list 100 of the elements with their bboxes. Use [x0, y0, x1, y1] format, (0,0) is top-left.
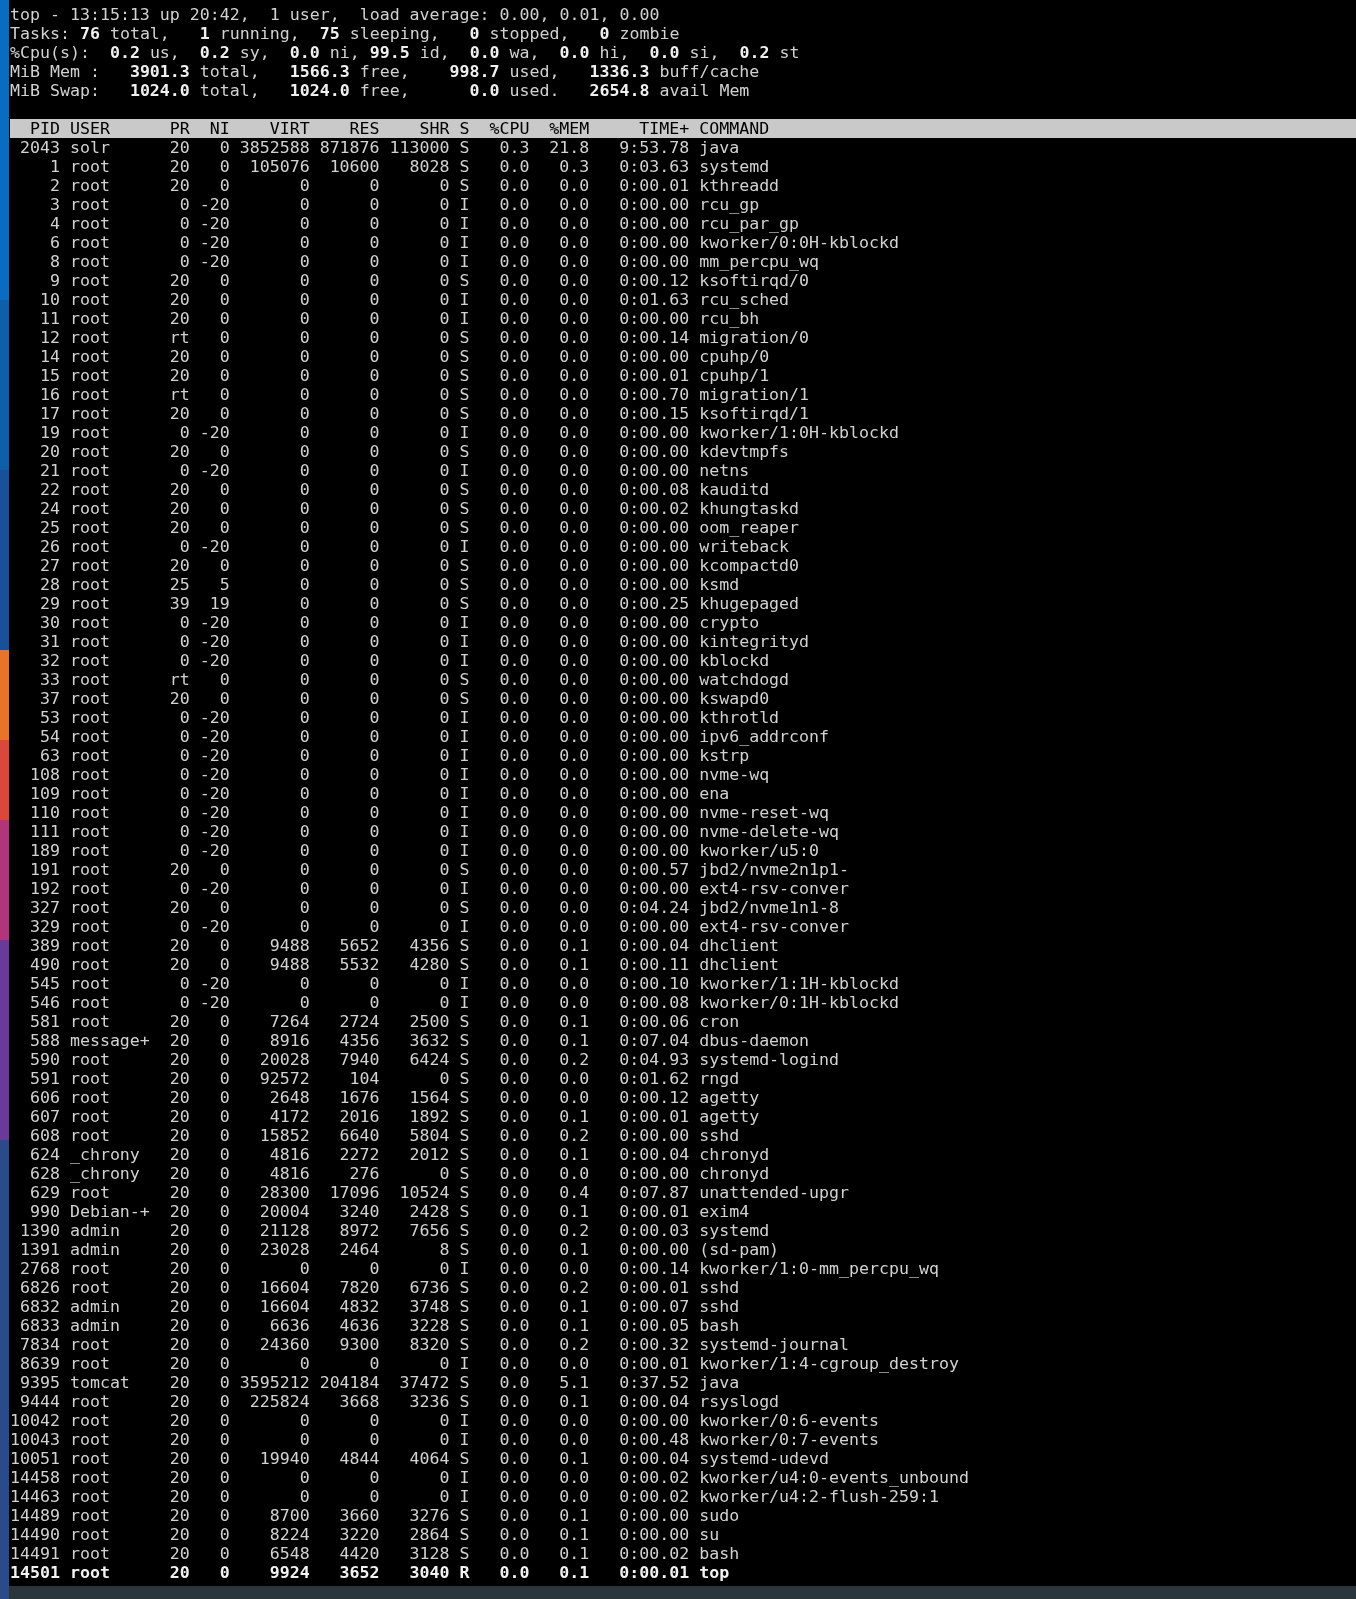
table-cell-text: 0.0 [558, 993, 590, 1012]
table-cell-text: 0 [368, 195, 380, 214]
table-cell-text: 0 [218, 1183, 230, 1202]
table-cell-text: 0 [298, 746, 310, 765]
table-cell-text: root [69, 1069, 111, 1088]
table-cell-text: 3652 [338, 1563, 380, 1582]
table-cell-text: 0.0 [558, 461, 590, 480]
table-cell: S [459, 575, 470, 594]
table-cell-text: dhclient [699, 955, 781, 974]
table-cell-text: 0 [298, 803, 310, 822]
table-cell-text: 10524 [398, 1183, 450, 1202]
table-cell-text: 6424 [408, 1050, 450, 1069]
table-cell: S [459, 1506, 470, 1525]
table-cell-text: 0 [218, 1012, 230, 1031]
table-cell-text: 0.0 [498, 1202, 530, 1221]
table-cell-text: root [69, 1506, 111, 1525]
table-cell-text: kworker/1:0H-kblockd [699, 423, 900, 442]
table-cell-text: 0 [298, 708, 310, 727]
table-cell-text: 0.0 [558, 879, 590, 898]
table-cell-text: 0:00.00 [618, 347, 690, 366]
table-cell-text: 0 [218, 347, 230, 366]
table-cell: S [459, 1145, 470, 1164]
table-cell-text: root [69, 157, 111, 176]
table-cell-text: su [699, 1525, 721, 1544]
table-cell-text: 0.0 [558, 195, 590, 214]
table-cell-text: 0 [438, 689, 450, 708]
table-cell-text: 10 [38, 290, 60, 309]
table-cell-text: 0.0 [498, 765, 530, 784]
table-cell: S [459, 1278, 470, 1297]
table-cell-text: 0 [438, 1411, 450, 1430]
table-cell-text: 0:00.00 [618, 803, 690, 822]
table-cell: S [459, 670, 470, 689]
table-cell-text: _chrony [69, 1145, 141, 1164]
table-cell-text: root [69, 575, 111, 594]
table-cell-text: 0 [218, 1164, 230, 1183]
table-cell-text: 0 [218, 1335, 230, 1354]
table-cell-text: 20 [168, 1278, 190, 1297]
table-cell-text: 0 [438, 1468, 450, 1487]
table-cell-text: 0.0 [558, 746, 590, 765]
table-cell-text: root [69, 1525, 111, 1544]
table-cell: S [459, 1316, 470, 1335]
table-cell-text: 0.2 [558, 1050, 590, 1069]
table-cell-text: 0 [368, 1468, 380, 1487]
table-cell-text: 0.0 [498, 917, 530, 936]
table-cell-text: 0:07.04 [618, 1031, 690, 1050]
table-cell-text: 9488 [268, 936, 310, 955]
table-cell-text: 0.0 [558, 252, 590, 271]
table-cell-text: 0 [298, 366, 310, 385]
table-cell-text: 0.0 [558, 290, 590, 309]
table-cell-text: 0.0 [558, 1411, 590, 1430]
table-cell: message+ [69, 1031, 150, 1050]
table-cell-text: jbd2/nvme2n1p1- [699, 860, 851, 879]
table-cell: S [459, 404, 470, 423]
table-cell-text: 0 [298, 556, 310, 575]
table-cell-text: 0:00.00 [618, 613, 690, 632]
table-cell-text: 0 [368, 271, 380, 290]
table-cell: -20 [199, 784, 230, 803]
table-cell-text: exim4 [699, 1202, 751, 1221]
table-cell-text: root [69, 1411, 111, 1430]
table-cell-text: 0:00.25 [618, 594, 690, 613]
table-cell-text: 0 [218, 518, 230, 537]
table-cell-text: root [69, 404, 111, 423]
table-cell-text: 0 [298, 518, 310, 537]
table-cell: -20 [199, 917, 230, 936]
table-cell-text: 0 [178, 841, 190, 860]
table-cell-text: 0 [368, 518, 380, 537]
table-cell-text: 19 [208, 594, 230, 613]
table-cell-text: 0 [368, 423, 380, 442]
table-cell-text: 0.0 [558, 898, 590, 917]
table-cell-text: 20 [168, 1506, 190, 1525]
table-cell-text: 2272 [338, 1145, 380, 1164]
table-cell-text: 0:00.00 [618, 1126, 690, 1145]
table-cell-text: bash [699, 1544, 741, 1563]
table-cell-text: sudo [699, 1506, 741, 1525]
table-cell-text: 0:00.04 [618, 1392, 690, 1411]
table-cell: I [459, 1354, 470, 1373]
table-cell-text: 0.1 [558, 1563, 590, 1582]
table-cell-text: 110 [28, 803, 60, 822]
table-cell-text: 0.0 [498, 537, 530, 556]
table-cell-text: root [69, 1088, 111, 1107]
table-cell-text: 9444 [18, 1392, 60, 1411]
table-cell-text: 0 [438, 252, 450, 271]
table-cell-text: root [69, 290, 111, 309]
table-cell-text: 0:37.52 [618, 1373, 690, 1392]
table-cell: S [459, 442, 470, 461]
table-cell-text: 9 [48, 271, 60, 290]
table-cell: I [459, 423, 470, 442]
table-cell-text: admin [69, 1240, 121, 1259]
table-cell-text: 0 [368, 1259, 380, 1278]
table-cell-text: 0.1 [558, 1031, 590, 1050]
table-cell-text: 20 [168, 1202, 190, 1221]
table-cell: I [459, 651, 470, 670]
table-cell-text: migration/0 [699, 328, 811, 347]
table-cell-text: 8700 [268, 1506, 310, 1525]
column-header: PR [168, 119, 190, 138]
table-cell-text: 4356 [338, 1031, 380, 1050]
table-cell-text: 0 [438, 1354, 450, 1373]
table-cell-text: 0.0 [498, 1126, 530, 1145]
table-cell-text: 5.1 [558, 1373, 590, 1392]
table-cell-text: 0:00.01 [618, 1354, 690, 1373]
